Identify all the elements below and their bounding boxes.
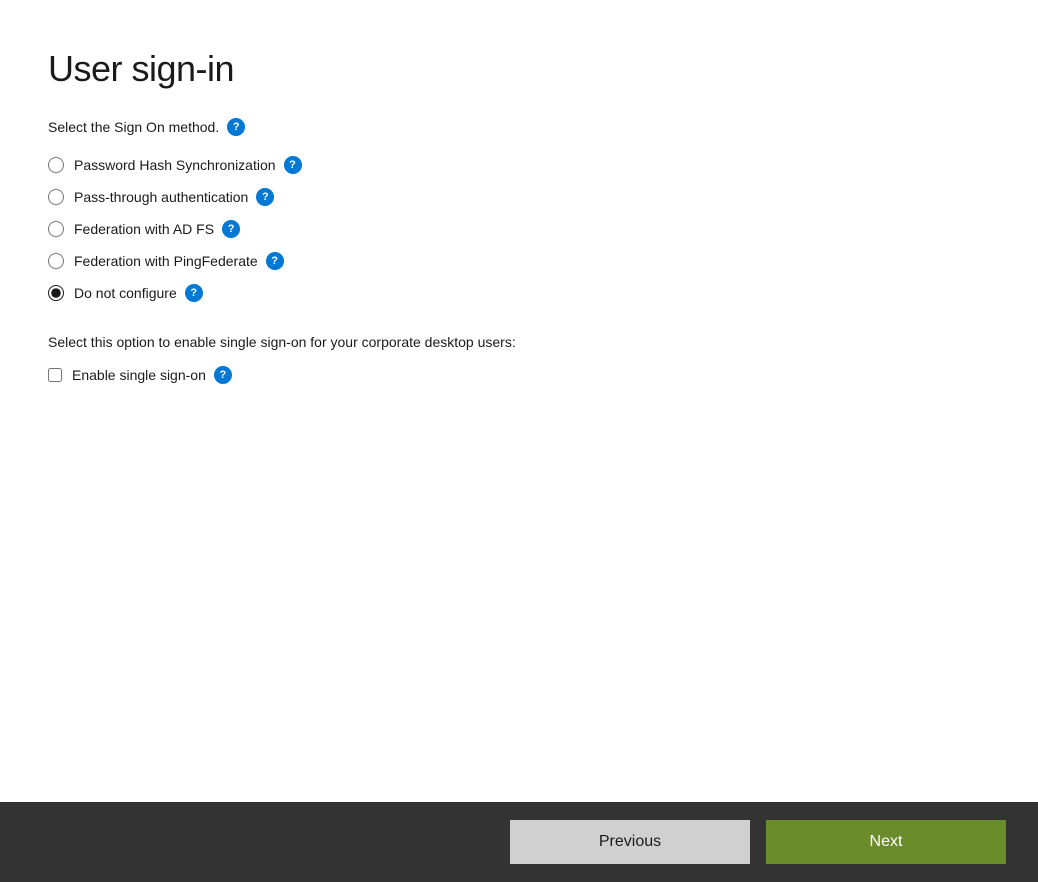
section-help-icon[interactable]: ? (227, 118, 245, 136)
radio-pta-label: Pass-through authentication ? (74, 188, 274, 206)
sso-checkbox-text: Enable single sign-on (72, 367, 206, 383)
radio-phs-label: Password Hash Synchronization ? (74, 156, 302, 174)
radio-phs-help-icon[interactable]: ? (284, 156, 302, 174)
radio-ping-help-icon[interactable]: ? (266, 252, 284, 270)
radio-pta[interactable] (48, 189, 64, 205)
radio-pta-help-icon[interactable]: ? (256, 188, 274, 206)
radio-none[interactable] (48, 285, 64, 301)
sso-checkbox-option[interactable]: Enable single sign-on ? (48, 366, 990, 384)
sso-section: Select this option to enable single sign… (48, 334, 990, 384)
radio-none-label: Do not configure ? (74, 284, 203, 302)
radio-none-help-icon[interactable]: ? (185, 284, 203, 302)
radio-adfs-text: Federation with AD FS (74, 221, 214, 237)
radio-adfs[interactable] (48, 221, 64, 237)
radio-option-adfs[interactable]: Federation with AD FS ? (48, 220, 990, 238)
sign-on-radio-group: Password Hash Synchronization ? Pass-thr… (48, 156, 990, 302)
next-button[interactable]: Next (766, 820, 1006, 864)
sso-help-icon[interactable]: ? (214, 366, 232, 384)
radio-none-text: Do not configure (74, 285, 177, 301)
radio-option-phs[interactable]: Password Hash Synchronization ? (48, 156, 990, 174)
section-label: Select the Sign On method. ? (48, 118, 990, 136)
footer-bar: Previous Next (0, 802, 1038, 882)
sso-checkbox[interactable] (48, 368, 62, 382)
radio-phs[interactable] (48, 157, 64, 173)
radio-option-pta[interactable]: Pass-through authentication ? (48, 188, 990, 206)
main-content: User sign-in Select the Sign On method. … (0, 0, 1038, 802)
sso-section-label: Select this option to enable single sign… (48, 334, 990, 350)
previous-button[interactable]: Previous (510, 820, 750, 864)
radio-ping-label: Federation with PingFederate ? (74, 252, 284, 270)
radio-ping[interactable] (48, 253, 64, 269)
radio-phs-text: Password Hash Synchronization (74, 157, 276, 173)
radio-adfs-help-icon[interactable]: ? (222, 220, 240, 238)
radio-option-none[interactable]: Do not configure ? (48, 284, 990, 302)
page-title: User sign-in (48, 48, 990, 90)
radio-ping-text: Federation with PingFederate (74, 253, 258, 269)
radio-option-ping[interactable]: Federation with PingFederate ? (48, 252, 990, 270)
radio-pta-text: Pass-through authentication (74, 189, 248, 205)
sso-checkbox-label: Enable single sign-on ? (72, 366, 232, 384)
section-label-text: Select the Sign On method. (48, 119, 219, 135)
radio-adfs-label: Federation with AD FS ? (74, 220, 240, 238)
